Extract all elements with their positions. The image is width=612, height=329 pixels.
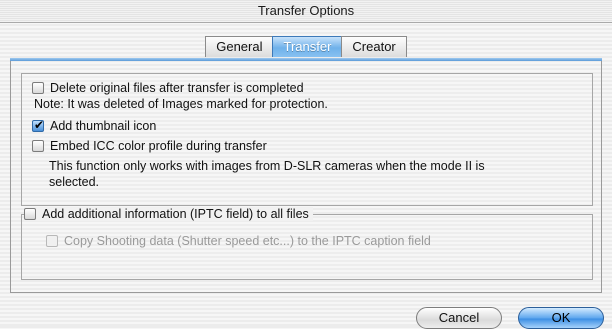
- tab-bar: General Transfer Creator: [0, 34, 612, 60]
- tab-transfer[interactable]: Transfer: [272, 36, 343, 57]
- copy-shooting-checkbox[interactable]: [46, 235, 58, 247]
- copy-shooting-option[interactable]: Copy Shooting data (Shutter speed etc...…: [46, 234, 431, 248]
- tab-content-panel: Delete original files after transfer is …: [10, 61, 602, 293]
- window-title: Transfer Options: [257, 3, 355, 18]
- embed-note: This function only works with images fro…: [49, 158, 485, 190]
- transfer-options-group: Delete original files after transfer is …: [21, 73, 593, 206]
- delete-original-checkbox[interactable]: [32, 82, 44, 94]
- delete-original-label[interactable]: Delete original files after transfer is …: [50, 81, 304, 95]
- embed-icc-label[interactable]: Embed ICC color profile during transfer: [50, 139, 267, 153]
- add-iptc-checkbox[interactable]: [24, 208, 36, 220]
- embed-icc-checkbox[interactable]: [32, 140, 44, 152]
- window-title-bar: Transfer Options: [0, 0, 612, 23]
- add-iptc-label[interactable]: Add additional information (IPTC field) …: [42, 207, 309, 221]
- embed-note-line1: This function only works with images fro…: [49, 159, 485, 173]
- add-thumbnail-option[interactable]: Add thumbnail icon: [32, 118, 156, 133]
- delete-note: Note: It was deleted of Images marked fo…: [34, 97, 328, 111]
- tab-creator[interactable]: Creator: [341, 36, 407, 57]
- add-thumbnail-checkbox[interactable]: [32, 118, 44, 132]
- embed-note-line2: selected.: [49, 175, 100, 189]
- add-thumbnail-label[interactable]: Add thumbnail icon: [50, 119, 156, 133]
- tab-general[interactable]: General: [205, 36, 274, 57]
- add-iptc-option[interactable]: Add additional information (IPTC field) …: [24, 207, 313, 221]
- delete-original-option[interactable]: Delete original files after transfer is …: [32, 81, 304, 95]
- copy-shooting-label[interactable]: Copy Shooting data (Shutter speed etc...…: [64, 234, 431, 248]
- embed-icc-option[interactable]: Embed ICC color profile during transfer: [32, 139, 267, 153]
- iptc-group: Add additional information (IPTC field) …: [21, 207, 593, 280]
